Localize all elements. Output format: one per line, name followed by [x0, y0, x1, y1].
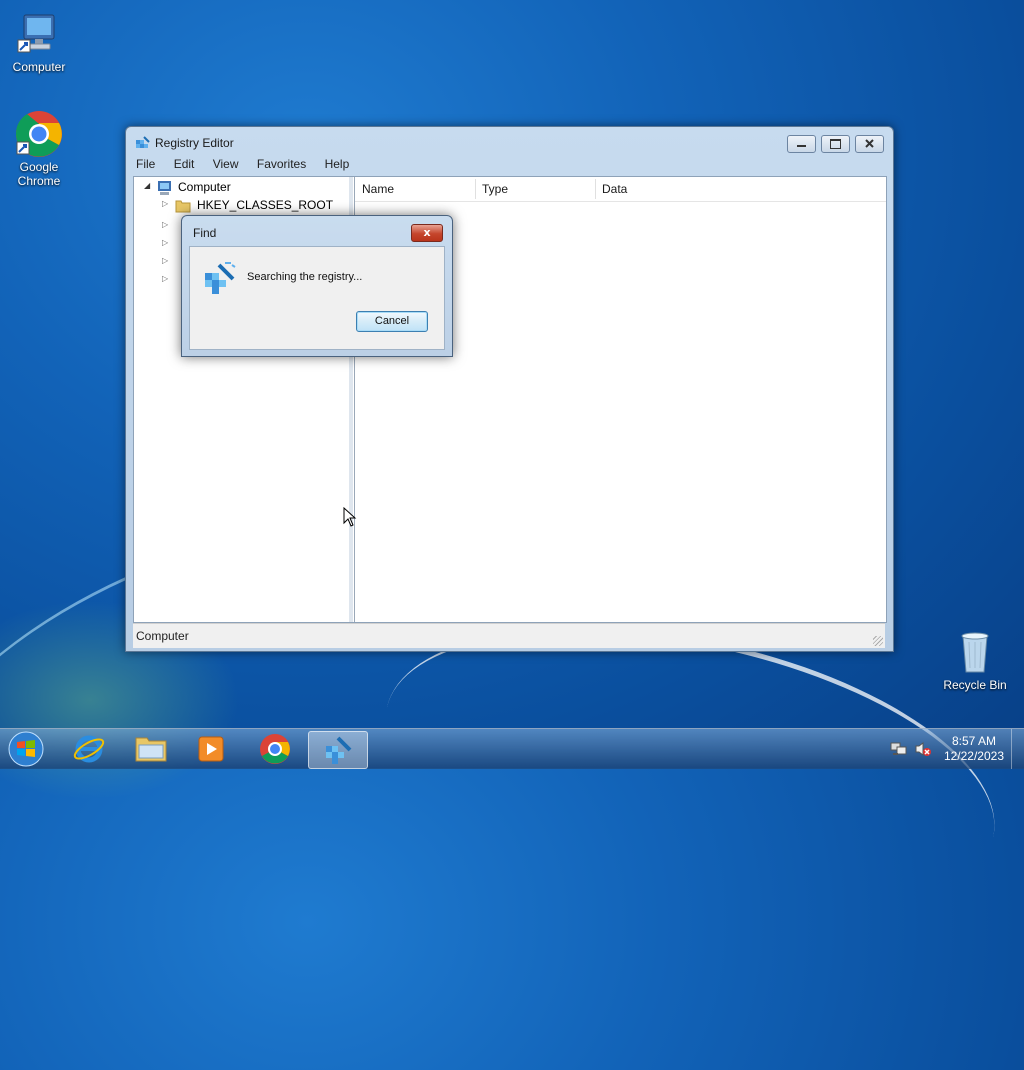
- maximize-button[interactable]: [821, 135, 850, 153]
- system-clock[interactable]: 8:57 AM 12/22/2023: [944, 734, 1004, 764]
- menu-help[interactable]: Help: [323, 157, 352, 171]
- clock-date: 12/22/2023: [943, 749, 1004, 763]
- taskbar-registry-editor[interactable]: [308, 731, 368, 769]
- computer-small-icon: [155, 180, 173, 199]
- folder-icon: [135, 737, 167, 762]
- dialog-message: Searching the registry...: [247, 271, 363, 283]
- show-desktop-button[interactable]: [1011, 729, 1024, 769]
- desktop-icon-chrome[interactable]: Google Chrome: [1, 110, 77, 188]
- recycle-bin-icon: [951, 628, 999, 676]
- close-button[interactable]: [855, 135, 884, 153]
- dialog-body: Searching the registry... Cancel: [189, 246, 445, 350]
- taskbar-internet-explorer[interactable]: [60, 731, 118, 767]
- taskbar: 8:57 AM 12/22/2023: [0, 728, 1024, 769]
- expand-arrow-icon[interactable]: ▷: [162, 274, 168, 283]
- menu-edit[interactable]: Edit: [172, 157, 197, 171]
- chrome-icon: [15, 110, 63, 158]
- regedit-app-icon: [135, 135, 151, 154]
- menu-view[interactable]: View: [211, 157, 241, 171]
- network-tray-icon[interactable]: [890, 741, 908, 760]
- tree-node-hidden-1[interactable]: ▷: [162, 216, 168, 230]
- column-headers: Name Type Data: [355, 177, 886, 202]
- dialog-title: Find: [193, 226, 217, 240]
- expand-arrow-icon[interactable]: ▷: [162, 238, 168, 247]
- taskbar-explorer[interactable]: [122, 731, 180, 767]
- tree-node-hidden-2[interactable]: ▷: [162, 234, 168, 248]
- windows-start-icon: [8, 731, 44, 767]
- tree-node-hidden-4[interactable]: ▷: [162, 270, 168, 284]
- desktop-icon-recycle-bin[interactable]: Recycle Bin: [937, 628, 1013, 692]
- registry-editor-window: Registry Editor File Edit View Favorites…: [125, 126, 894, 652]
- maximize-icon: [830, 139, 841, 149]
- column-separator[interactable]: [475, 179, 476, 199]
- taskbar-media-player[interactable]: [182, 731, 240, 767]
- media-player-icon: [198, 736, 224, 762]
- column-header-type[interactable]: Type: [482, 182, 508, 196]
- tree-node-label: HKEY_CLASSES_ROOT: [197, 198, 334, 212]
- desktop-icon-label: Computer: [12, 60, 66, 74]
- minimize-button[interactable]: [787, 135, 816, 153]
- mouse-cursor-icon: [343, 506, 357, 530]
- find-dialog: Find x Searching the registry... Cancel: [181, 215, 453, 357]
- status-text: Computer: [136, 629, 189, 643]
- start-button[interactable]: [6, 730, 46, 768]
- volume-muted-icon[interactable]: [914, 741, 932, 760]
- tree-node-hidden-3[interactable]: ▷: [162, 252, 168, 266]
- taskbar-chrome[interactable]: [246, 731, 304, 767]
- resize-grip-icon[interactable]: [873, 636, 883, 646]
- desktop-icon-label: Google Chrome: [17, 160, 61, 188]
- column-separator[interactable]: [595, 179, 596, 199]
- menu-favorites[interactable]: Favorites: [255, 157, 308, 171]
- expand-arrow-icon[interactable]: ▷: [162, 220, 168, 229]
- menu-file[interactable]: File: [134, 157, 157, 171]
- column-header-data[interactable]: Data: [602, 182, 627, 196]
- column-header-name[interactable]: Name: [362, 182, 394, 196]
- internet-explorer-icon: [73, 735, 105, 763]
- clock-time: 8:57 AM: [951, 734, 996, 748]
- desktop-icon-computer[interactable]: Computer: [1, 10, 77, 74]
- registry-search-icon: [203, 261, 237, 298]
- menubar: File Edit View Favorites Help: [134, 157, 362, 175]
- chrome-icon: [260, 734, 290, 764]
- close-icon: x: [423, 226, 431, 239]
- close-icon: [865, 139, 874, 148]
- desktop-icon-label: Recycle Bin: [943, 678, 1007, 692]
- minimize-icon: [797, 145, 806, 147]
- window-title: Registry Editor: [155, 136, 234, 150]
- expand-arrow-icon[interactable]: ▷: [162, 256, 168, 265]
- dialog-close-button[interactable]: x: [411, 224, 443, 242]
- titlebar[interactable]: Registry Editor: [126, 127, 893, 157]
- regedit-icon: [326, 736, 352, 764]
- cancel-button[interactable]: Cancel: [356, 311, 428, 332]
- expand-arrow-icon[interactable]: ▷: [162, 199, 168, 208]
- computer-icon: [15, 10, 63, 58]
- status-bar: Computer: [133, 623, 885, 648]
- tree-node-label: Computer: [178, 180, 231, 194]
- collapse-arrow-icon[interactable]: ◢: [144, 181, 150, 190]
